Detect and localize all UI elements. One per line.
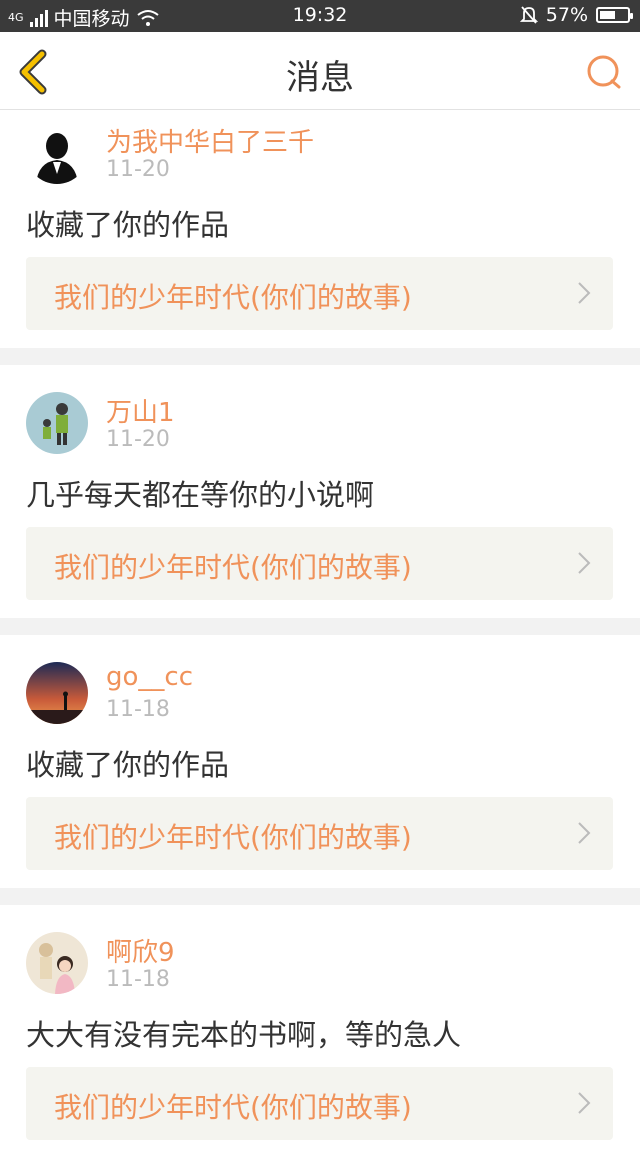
status-bar: 4G 中国移动 19:32 57% (0, 0, 640, 32)
message-date: 11-18 (106, 697, 170, 722)
message-card: 万山1 11-20 几乎每天都在等你的小说啊 我们的少年时代(你们的故事) (0, 365, 640, 618)
chevron-right-icon (578, 822, 591, 844)
work-link[interactable]: 我们的少年时代(你们的故事) (26, 1067, 613, 1140)
battery-level-fill (600, 11, 615, 19)
message-date: 11-18 (106, 967, 170, 992)
message-date: 11-20 (106, 157, 170, 182)
message-date: 11-20 (106, 427, 170, 452)
message-text: 收藏了你的作品 (26, 748, 230, 782)
message-text: 收藏了你的作品 (26, 208, 230, 242)
user-name[interactable]: 万山1 (106, 392, 175, 429)
app-header: 消息 (0, 32, 640, 110)
work-link[interactable]: 我们的少年时代(你们的故事) (26, 257, 613, 330)
silent-bell-icon (519, 6, 538, 24)
avatar[interactable] (26, 392, 88, 454)
message-text: 大大有没有完本的书啊，等的急人 (26, 1018, 462, 1052)
message-card: 啊欣9 11-18 大大有没有完本的书啊，等的急人 我们的少年时代(你们的故事) (0, 905, 640, 1158)
work-title: 我们的少年时代(你们的故事) (54, 551, 412, 584)
user-name[interactable]: go__cc (106, 662, 193, 692)
search-icon[interactable] (586, 54, 622, 90)
message-text: 几乎每天都在等你的小说啊 (26, 478, 375, 512)
work-title: 我们的少年时代(你们的故事) (54, 821, 412, 854)
chevron-right-icon (578, 282, 591, 304)
battery-icon (596, 7, 633, 23)
avatar[interactable] (26, 662, 88, 724)
avatar[interactable] (26, 932, 88, 994)
chevron-right-icon (578, 1092, 591, 1114)
battery-percent: 57% (545, 4, 588, 26)
work-title: 我们的少年时代(你们的故事) (54, 281, 412, 314)
avatar[interactable] (26, 122, 88, 184)
work-link[interactable]: 我们的少年时代(你们的故事) (26, 797, 613, 870)
chevron-right-icon (578, 552, 591, 574)
message-card: 为我中华白了三千 11-20 收藏了你的作品 我们的少年时代(你们的故事) (0, 110, 640, 348)
user-name[interactable]: 啊欣9 (106, 932, 175, 969)
work-link[interactable]: 我们的少年时代(你们的故事) (26, 527, 613, 600)
page-title: 消息 (286, 58, 354, 98)
work-title: 我们的少年时代(你们的故事) (54, 1091, 412, 1124)
message-card: go__cc 11-18 收藏了你的作品 我们的少年时代(你们的故事) (0, 635, 640, 888)
message-list: 为我中华白了三千 11-20 收藏了你的作品 我们的少年时代(你们的故事) 万山… (0, 110, 640, 1158)
user-name[interactable]: 为我中华白了三千 (106, 122, 314, 159)
